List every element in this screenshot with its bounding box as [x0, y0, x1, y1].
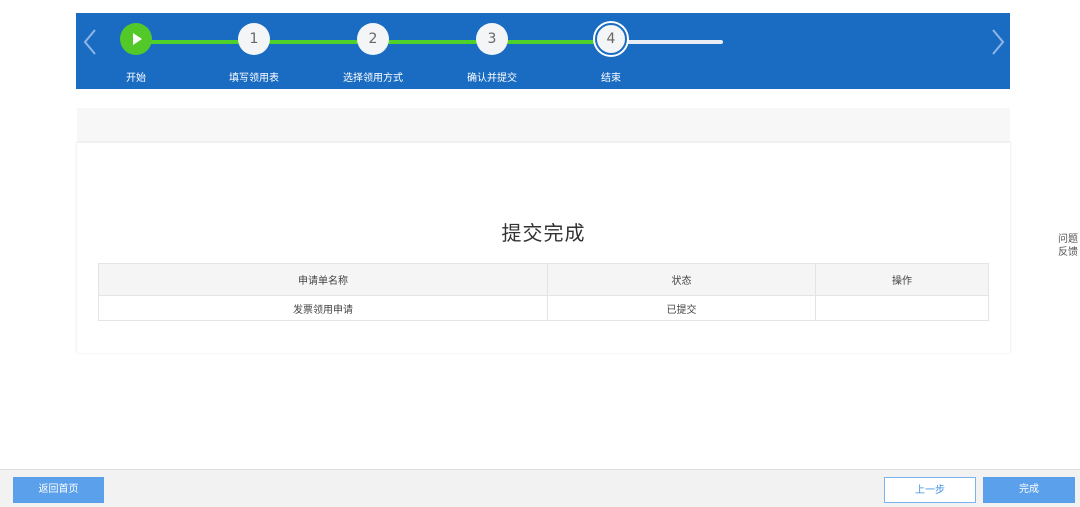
- table-header-row: 申请单名称 状态 操作: [98, 263, 989, 296]
- previous-step-button[interactable]: 上一步: [884, 477, 976, 503]
- feedback-link[interactable]: 问题 反馈: [1056, 233, 1080, 259]
- step-start: [116, 23, 156, 55]
- step-1: 1: [234, 23, 274, 55]
- feedback-line-2: 反馈: [1058, 247, 1078, 258]
- step-2-number: 2: [357, 23, 389, 55]
- step-4-number: 4: [595, 23, 627, 55]
- step-start-label: 开始: [126, 73, 146, 84]
- next-arrow-icon[interactable]: [986, 27, 1008, 57]
- step-2: 2: [353, 23, 393, 55]
- previous-arrow-icon[interactable]: [80, 27, 102, 57]
- step-1-number: 1: [238, 23, 270, 55]
- step-3-label: 确认并提交: [467, 73, 517, 84]
- feedback-line-1: 问题: [1058, 234, 1078, 245]
- step-3: 3: [472, 23, 512, 55]
- step-4: 4: [591, 23, 631, 55]
- page-title: 提交完成: [501, 221, 586, 245]
- result-table: 申请单名称 状态 操作 发票领用申请 已提交: [98, 263, 989, 321]
- step-1-label: 填写领用表: [229, 73, 279, 84]
- panel-header-strip: [77, 108, 1010, 142]
- step-3-number: 3: [476, 23, 508, 55]
- step-2-label: 选择领用方式: [343, 73, 403, 84]
- play-icon: [120, 23, 152, 55]
- progress-stepper: 1 2 3 4 开始 填写领用表 选择领用方式 确认并提交 结束: [76, 13, 1010, 89]
- table-row: 发票领用申请 已提交: [98, 295, 989, 321]
- cell-action: [815, 295, 989, 321]
- column-header-status: 状态: [547, 263, 816, 296]
- cell-application-name: 发票领用申请: [98, 295, 548, 321]
- result-panel: 提交完成 申请单名称 状态 操作 发票领用申请 已提交: [77, 142, 1010, 353]
- step-4-label: 结束: [601, 73, 621, 84]
- cell-status: 已提交: [547, 295, 816, 321]
- return-home-button[interactable]: 返回首页: [13, 477, 104, 503]
- finish-button[interactable]: 完成: [983, 477, 1075, 503]
- footer-bar: 返回首页 上一步 完成: [0, 469, 1080, 507]
- column-header-name: 申请单名称: [98, 263, 548, 296]
- column-header-action: 操作: [815, 263, 989, 296]
